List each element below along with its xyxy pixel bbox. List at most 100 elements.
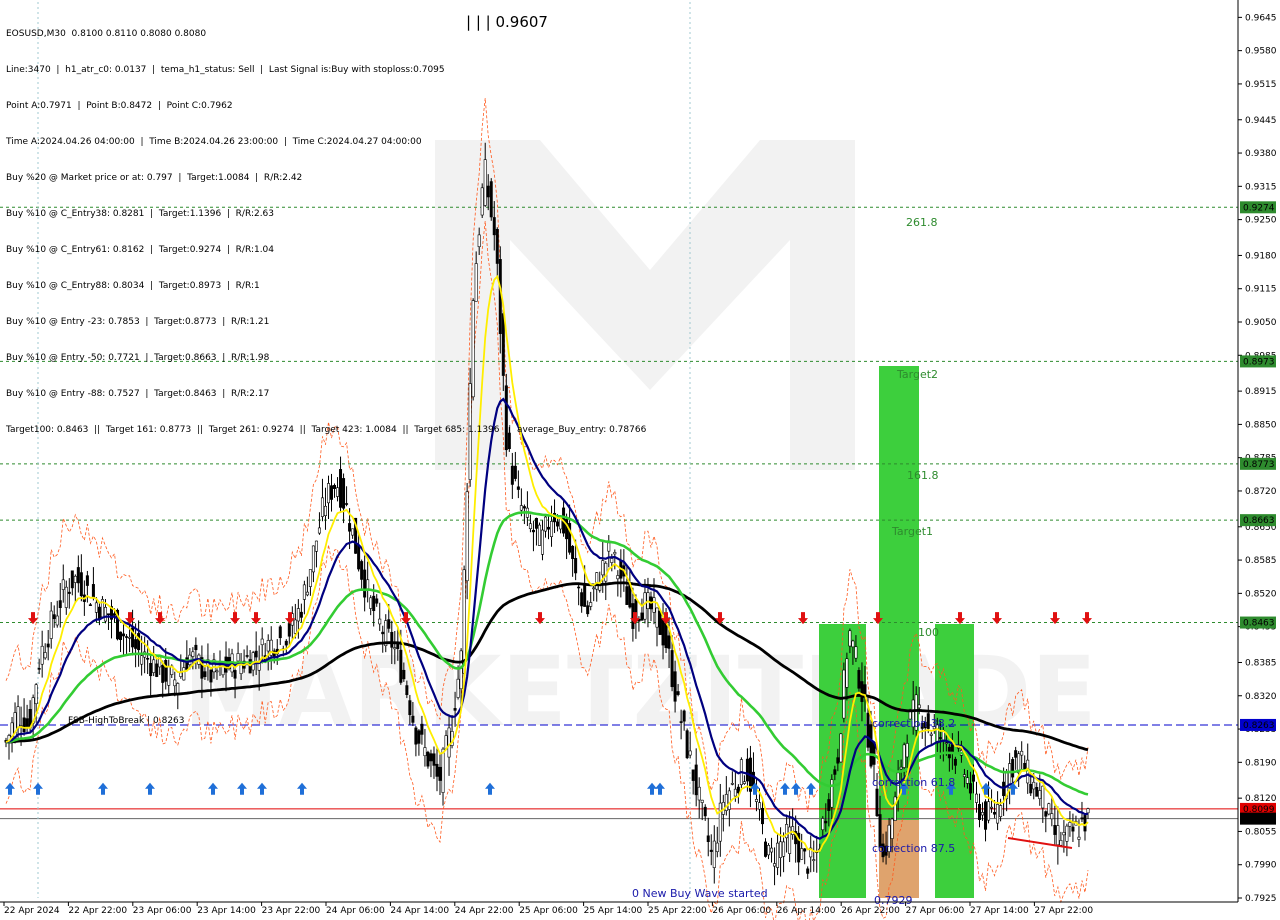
candle-body [673,671,677,702]
candle-body [46,643,50,648]
x-tick-label: 22 Apr 22:00 [68,906,127,916]
candle-body [776,842,780,868]
y-tick-label: 0.7925 [1245,894,1277,904]
candle-body [770,847,774,853]
candle-body [510,465,514,485]
candle-body [938,737,942,739]
candle-body [1041,785,1045,809]
candle-body [351,528,355,536]
candle-body [565,518,569,540]
candle-body [1056,825,1060,846]
price-tag-label: 0.8463 [1243,619,1275,629]
candle-body [305,591,309,596]
level-label: 100 [918,626,939,639]
y-tick-label: 0.8720 [1245,487,1277,497]
x-tick-label: 24 Apr 22:00 [455,906,514,916]
candle-body [149,663,153,677]
candle-body [16,706,20,729]
candle-body [999,805,1003,817]
candle-body [803,848,807,852]
candle-body [733,788,737,797]
candle-body [1080,817,1084,820]
candle-body [390,631,394,648]
candle-body [79,572,83,597]
price-tag-label: 0.8080 [1243,815,1275,825]
candle-body [393,647,397,650]
candle-body [833,769,837,775]
candle-body [1053,825,1057,835]
candle-body [320,497,324,517]
candle-body [1014,750,1018,758]
candle-body [513,465,517,479]
candle-body [917,704,921,709]
x-tick-label: 25 Apr 06:00 [519,906,578,916]
candle-body [64,586,68,608]
x-tick-label: 25 Apr 14:00 [584,906,643,916]
candle-body [577,586,581,589]
candle-body [357,544,361,570]
candle-body [821,818,825,831]
candle-body [1032,781,1036,790]
candle-body [146,657,150,660]
candle-body [745,758,749,782]
candle-body [760,807,764,825]
candle-body [1038,790,1042,800]
candle-body [441,748,445,793]
symbol-header: EOSUSD,M30 0.8100 0.8110 0.8080 0.8080 [6,29,207,39]
x-tick-label: 22 Apr 2024 [4,906,60,916]
candle-body [824,820,828,824]
candle-body [676,691,680,695]
candle-body [302,584,306,600]
candle-body [155,663,159,677]
candle-body [97,606,101,620]
candle-body [715,842,719,853]
candle-body [375,598,379,604]
candle-body [311,545,315,573]
candle-body [402,669,406,680]
level-label: 161.8 [907,469,939,482]
y-tick-label: 0.8915 [1245,387,1277,397]
candle-body [806,868,810,874]
candle-body [103,606,107,622]
candle-body [360,561,364,580]
candle-body [152,659,156,673]
candle-body [58,600,62,608]
candle-body [167,666,171,686]
candle-body [330,485,334,500]
x-tick-label: 26 Apr 14:00 [777,906,836,916]
candle-body [996,804,1000,824]
candle-body [1029,783,1033,794]
candle-body [164,660,168,682]
info-line: Buy %10 @ C_Entry61: 0.8162 | Target:0.9… [6,245,275,255]
y-tick-label: 0.9250 [1245,216,1277,226]
candle-body [709,849,713,852]
candle-body [580,592,584,607]
candle-body [438,766,442,781]
x-tick-label: 27 Apr 22:00 [1034,906,1093,916]
candle-body [543,516,547,532]
candle-body [953,758,957,766]
candle-body [905,743,909,758]
candle-body [1047,803,1051,815]
candle-body [67,591,71,594]
candle-body [522,506,526,509]
candle-body [1059,840,1063,846]
candle-body [122,633,126,637]
candle-body [537,524,541,546]
candle-body [182,667,186,681]
candle-body [387,619,391,629]
candle-body [284,640,288,646]
candle-body [266,640,270,652]
candle-body [43,652,47,659]
candle-body [845,658,849,688]
candle-body [435,763,439,777]
candle-body [278,626,282,639]
price-tag-label: 0.8973 [1243,357,1275,367]
candle-body [70,570,74,589]
candle-body [556,521,560,527]
candle-body [236,653,240,662]
candle-body [890,818,894,839]
candle-body [571,545,575,559]
candle-body [399,649,403,683]
correction-label: correction 61.8 [872,776,955,789]
